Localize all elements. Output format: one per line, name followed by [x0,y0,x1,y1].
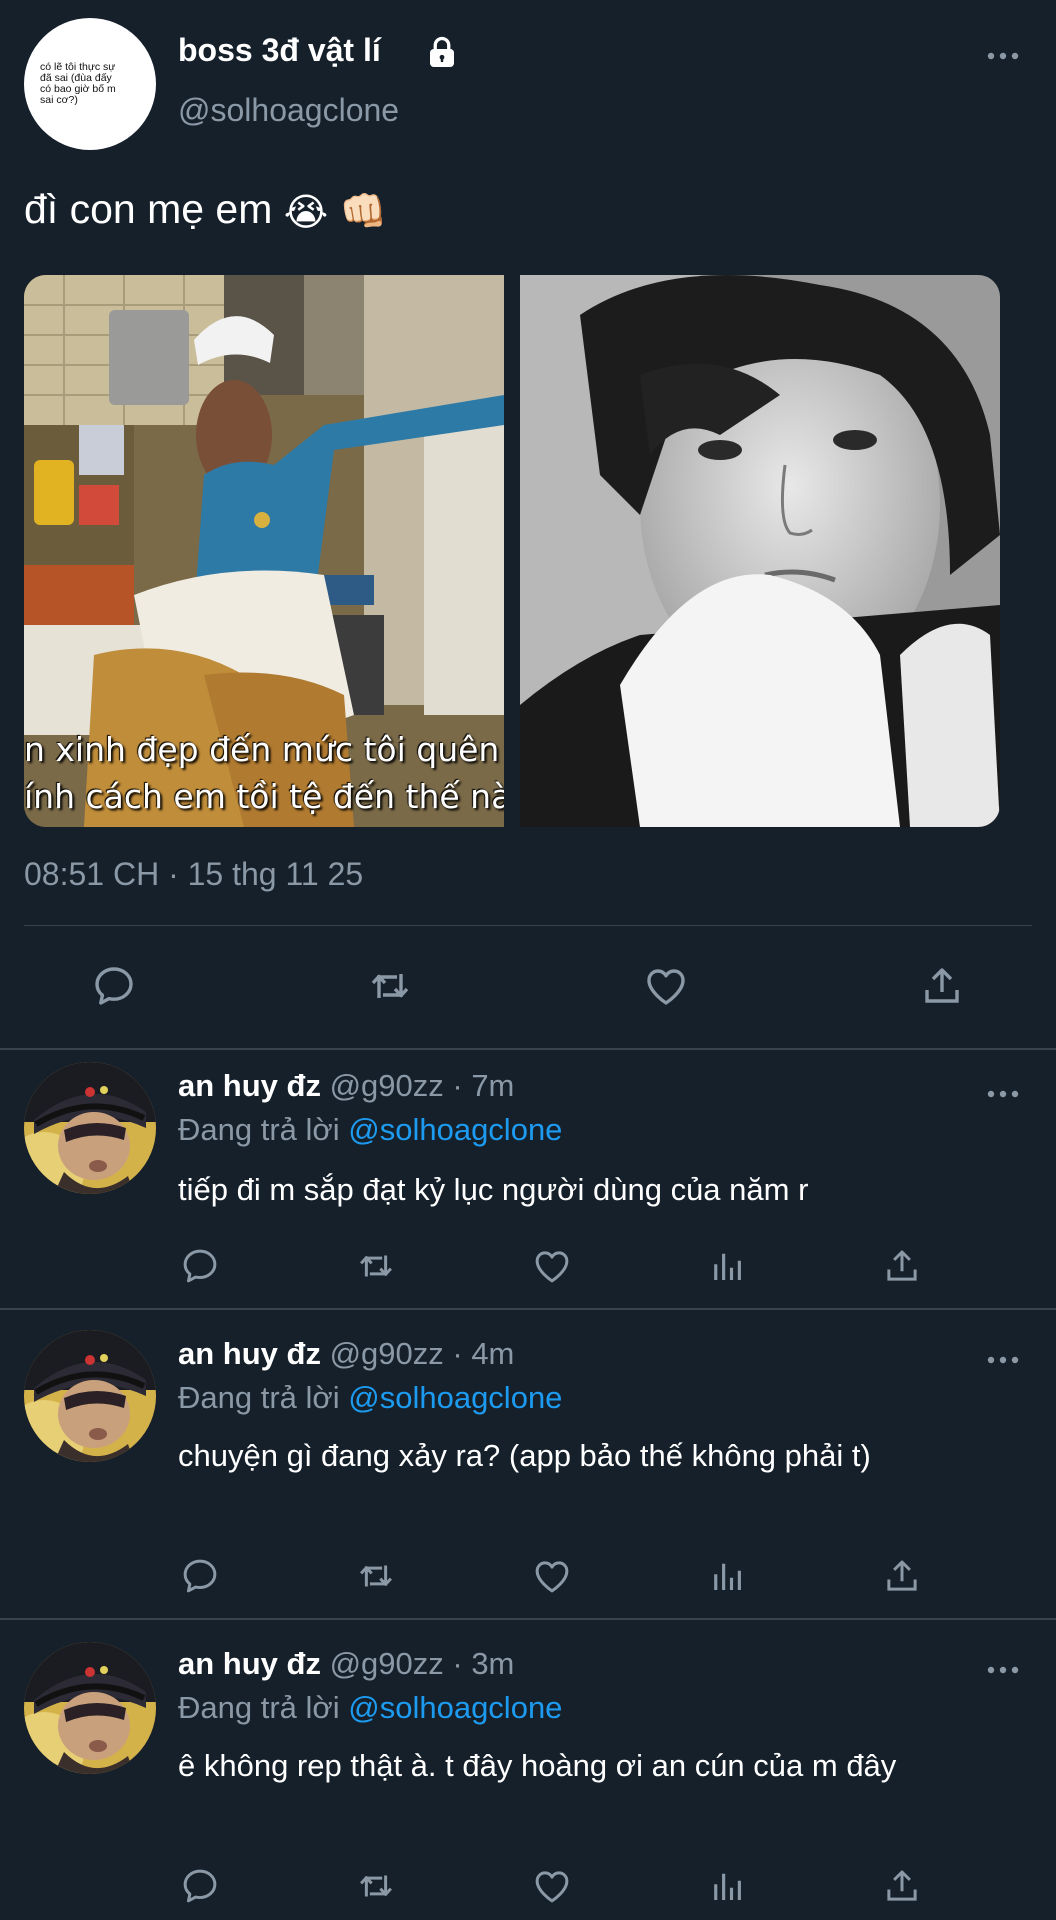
mention-link[interactable]: @solhoagclone [348,1112,562,1147]
reply-tweet[interactable]: an huy đz @g90zz · 4m Đang trả lời @solh… [0,1310,1056,1618]
replying-to: Đang trả lời @solhoagclone [178,1112,562,1148]
like-icon[interactable] [531,1865,573,1907]
reply-header: an huy đz @g90zz · 4m [178,1336,514,1372]
reply-header: an huy đz @g90zz · 7m [178,1068,514,1104]
lock-icon [430,36,454,67]
reply-author-name[interactable]: an huy đz [178,1068,321,1103]
author-avatar[interactable]: có lẽ tôi thực sự đã sai (đùa đấy có bao… [24,18,156,150]
retweet-icon[interactable] [355,1245,397,1287]
tweet-body: đì con mẹ em [24,186,273,232]
tweet-timestamp[interactable]: 08:51 CH · 15 thg 11 25 [24,856,363,893]
retweet-icon[interactable] [355,1865,397,1907]
replying-to: Đang trả lời @solhoagclone [178,1380,562,1416]
avatar-text: có lẽ tôi thực sự đã sai (đùa đấy có bao… [40,61,116,106]
retweet-icon[interactable] [355,1555,397,1597]
replying-prefix: Đang trả lời [178,1690,340,1725]
avatar[interactable] [24,1642,156,1774]
share-icon[interactable] [881,1245,923,1287]
reply-tweet[interactable]: an huy đz @g90zz · 7m Đang trả lời @solh… [0,1050,1056,1308]
subtitle-line-2: ính cách em tồi tệ đến thế nào. [24,777,504,816]
views-icon[interactable] [707,1245,749,1287]
reply-icon[interactable] [179,1555,221,1597]
mention-link[interactable]: @solhoagclone [348,1690,562,1725]
retweet-icon[interactable] [366,962,414,1010]
replying-prefix: Đang trả lời [178,1112,340,1147]
divider [24,925,1032,926]
reply-tweet[interactable]: an huy đz @g90zz · 3m Đang trả lời @solh… [0,1620,1056,1920]
reply-text: chuyện gì đang xảy ra? (app bảo thế khôn… [178,1438,871,1473]
views-icon[interactable] [707,1865,749,1907]
reply-icon[interactable] [179,1245,221,1287]
media-image-left[interactable]: n xinh đẹp đến mức tôi quên m ính cách e… [24,275,504,827]
share-icon[interactable] [918,962,966,1010]
reply-header: an huy đz @g90zz · 3m [178,1646,514,1682]
crying-face-emoji: 😭 [283,191,329,234]
avatar[interactable] [24,1062,156,1194]
reply-handle-time[interactable]: @g90zz · 7m [330,1068,515,1103]
main-tweet: có lẽ tôi thực sự đã sai (đùa đấy có bao… [0,0,1056,1048]
replying-prefix: Đang trả lời [178,1380,340,1415]
share-icon[interactable] [881,1865,923,1907]
media-image-right[interactable] [520,275,1000,827]
tweet-text: đì con mẹ em 😭 👊🏻 [24,186,387,235]
reply-author-name[interactable]: an huy đz [178,1336,321,1371]
share-icon[interactable] [881,1555,923,1597]
like-icon[interactable] [531,1245,573,1287]
more-options-icon[interactable] [986,1086,1020,1102]
reply-icon[interactable] [179,1865,221,1907]
author-display-name[interactable]: boss 3đ vật lí [178,32,381,69]
portrait-image [520,275,1000,827]
reply-author-name[interactable]: an huy đz [178,1646,321,1681]
replying-to: Đang trả lời @solhoagclone [178,1690,562,1726]
like-icon[interactable] [642,962,690,1010]
reply-handle-time[interactable]: @g90zz · 4m [330,1336,515,1371]
reply-text: ê không rep thật à. t đây hoàng ơi an cú… [178,1748,897,1783]
reply-text: tiếp đi m sắp đạt kỷ lục người dùng của … [178,1172,809,1207]
more-options-icon[interactable] [986,48,1020,64]
more-options-icon[interactable] [986,1352,1020,1368]
views-icon[interactable] [707,1555,749,1597]
author-handle[interactable]: @solhoagclone [178,92,399,129]
mention-link[interactable]: @solhoagclone [348,1380,562,1415]
fist-emoji: 👊🏻 [339,191,387,234]
like-icon[interactable] [531,1555,573,1597]
subtitle-line-1: n xinh đẹp đến mức tôi quên m [24,730,504,769]
avatar[interactable] [24,1330,156,1462]
reply-handle-time[interactable]: @g90zz · 3m [330,1646,515,1681]
more-options-icon[interactable] [986,1662,1020,1678]
reply-icon[interactable] [90,962,138,1010]
